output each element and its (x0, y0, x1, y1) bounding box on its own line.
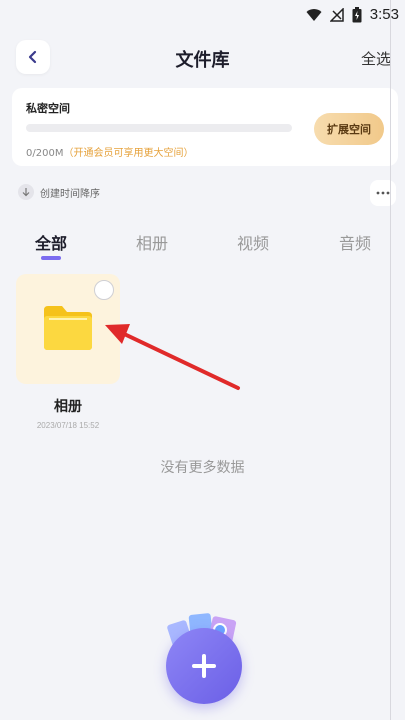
empty-note: 没有更多数据 (160, 460, 245, 476)
page-title: 文件库 (175, 50, 230, 71)
header: 文件库 全选 (0, 36, 405, 80)
more-horizontal-icon (376, 191, 390, 195)
file-date: 2023/07/18 15:52 (36, 421, 100, 430)
status-time: 3:53 (369, 6, 399, 23)
file-name: 相册 (54, 399, 82, 415)
scrollbar (390, 0, 391, 720)
storage-progress-bar (26, 124, 292, 132)
tab-video[interactable]: 视频 (223, 230, 283, 254)
tab-all[interactable]: 全部 (21, 230, 81, 254)
tab-album[interactable]: 相册 (122, 230, 182, 254)
storage-usage: 0/200M（开通会员可享用更大空间） (26, 144, 193, 159)
sort-row: 创建时间降序 (12, 180, 398, 208)
arrow-down-icon (18, 184, 34, 200)
storage-card: 私密空间 0/200M（开通会员可享用更大空间） 扩展空间 (12, 88, 398, 166)
tab-bar: 全部 相册 视频 音频 (0, 226, 405, 266)
select-all-button[interactable]: 全选 (361, 48, 391, 69)
battery-icon (352, 6, 362, 22)
status-bar: 3:53 (0, 0, 405, 30)
select-checkbox[interactable] (94, 280, 114, 300)
storage-title: 私密空间 (26, 102, 70, 115)
tab-audio[interactable]: 音频 (325, 230, 385, 254)
sort-button[interactable]: 创建时间降序 (18, 184, 100, 200)
arrow-annotation (105, 324, 240, 390)
expand-space-button[interactable]: 扩展空间 (314, 113, 384, 145)
add-button[interactable] (166, 628, 242, 704)
more-button[interactable] (370, 180, 396, 206)
no-signal-icon (329, 7, 344, 22)
storage-promo: （开通会员可享用更大空间） (63, 148, 194, 159)
folder-icon (44, 306, 92, 350)
plus-icon (192, 654, 216, 678)
storage-total: /200M (32, 148, 64, 159)
tab-indicator (41, 256, 61, 260)
sort-label: 创建时间降序 (40, 188, 100, 200)
wifi-icon (306, 8, 322, 21)
